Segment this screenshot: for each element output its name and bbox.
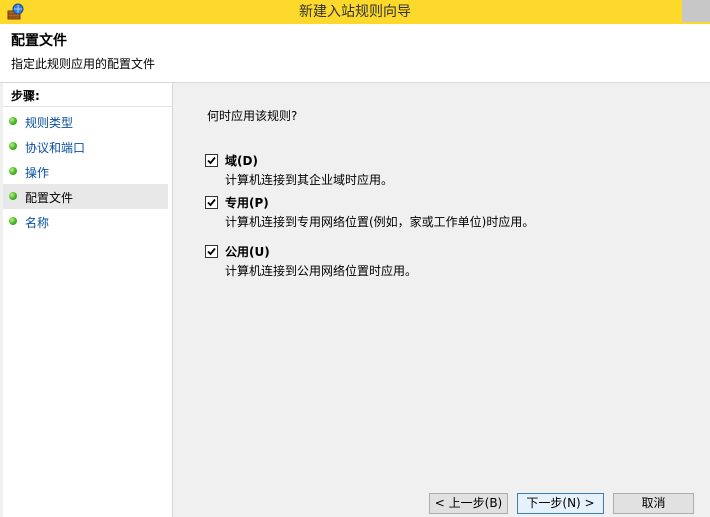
public-description: 计算机连接到公用网络位置时应用。 xyxy=(225,264,418,278)
sidebar-item-action[interactable]: 操作 xyxy=(3,159,168,184)
steps-divider xyxy=(3,106,172,107)
public-label: 公用(U) xyxy=(225,245,270,259)
green-dot-icon xyxy=(9,142,17,150)
sidebar-item-label: 规则类型 xyxy=(25,116,74,130)
domain-label: 域(D) xyxy=(225,154,258,168)
steps-heading: 步骤: xyxy=(11,89,40,103)
steps-sidebar: 步骤: 规则类型 协议和端口 操作 配置文件 名称 xyxy=(3,83,173,517)
sidebar-item-label: 名称 xyxy=(25,216,50,230)
cancel-button[interactable]: 取消 xyxy=(613,493,694,514)
private-description: 计算机连接到专用网络位置(例如，家或工作单位)时应用。 xyxy=(225,215,535,229)
domain-checkbox[interactable] xyxy=(205,154,218,167)
wizard-header: 配置文件 指定此规则应用的配置文件 xyxy=(0,24,710,83)
private-checkbox[interactable] xyxy=(205,196,218,209)
green-dot-icon xyxy=(9,217,17,225)
private-label: 专用(P) xyxy=(225,196,269,210)
checkmark-icon xyxy=(207,198,216,207)
sidebar-item-label: 操作 xyxy=(25,166,50,180)
green-dot-icon xyxy=(9,117,17,125)
sidebar-item-protocol-ports[interactable]: 协议和端口 xyxy=(3,134,168,159)
green-dot-icon xyxy=(9,167,17,175)
page-title: 配置文件 xyxy=(11,33,67,49)
domain-description: 计算机连接到其企业域时应用。 xyxy=(225,173,394,187)
checkmark-icon xyxy=(207,247,216,256)
public-checkbox[interactable] xyxy=(205,245,218,258)
window-title: 新建入站规则向导 xyxy=(299,4,411,20)
title-bar: 新建入站规则向导 xyxy=(0,0,710,24)
sidebar-item-label: 配置文件 xyxy=(25,191,74,205)
next-button[interactable]: 下一步(N) > xyxy=(517,493,604,514)
question-text: 何时应用该规则? xyxy=(207,109,298,123)
wizard-content: 何时应用该规则? 域(D) 计算机连接到其企业域时应用。 专用(P) 计算机连接… xyxy=(173,83,710,517)
back-button[interactable]: < 上一步(B) xyxy=(429,493,508,514)
page-subtitle: 指定此规则应用的配置文件 xyxy=(11,57,156,71)
checkmark-icon xyxy=(207,156,216,165)
sidebar-item-label: 协议和端口 xyxy=(25,141,86,155)
sidebar-item-name[interactable]: 名称 xyxy=(3,209,168,234)
sidebar-item-profile[interactable]: 配置文件 xyxy=(3,184,168,209)
green-dot-icon xyxy=(9,192,17,200)
sidebar-item-rule-type[interactable]: 规则类型 xyxy=(3,109,168,134)
close-button[interactable] xyxy=(682,0,710,22)
